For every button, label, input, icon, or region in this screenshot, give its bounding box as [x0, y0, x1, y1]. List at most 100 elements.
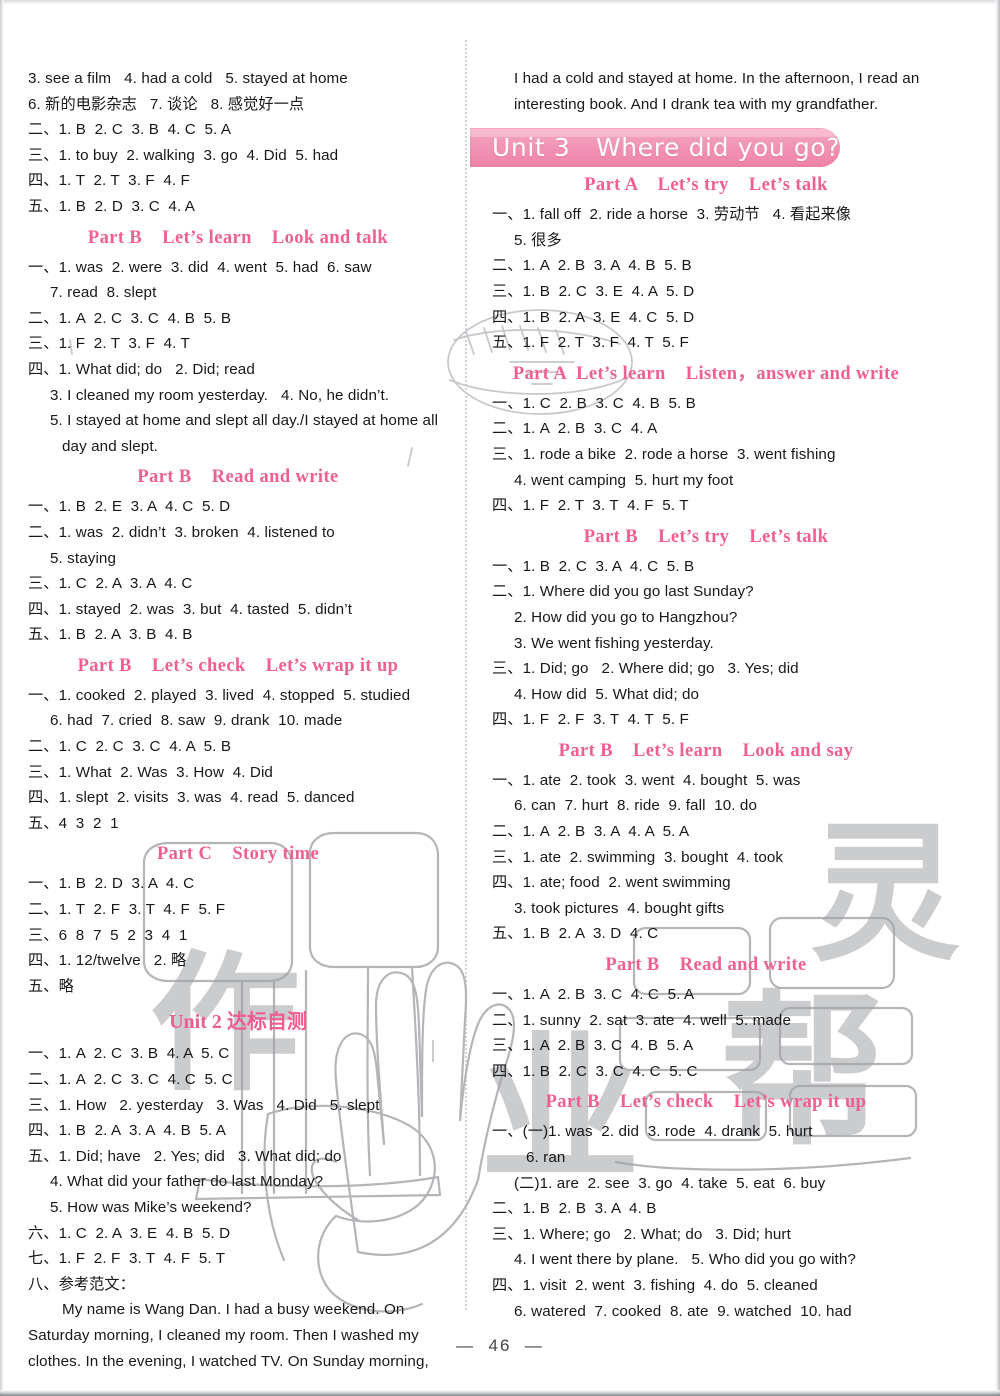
- answer-line: 二、1. A 2. B 3. A 4. B 5. B: [492, 257, 692, 275]
- answer-line: 一、(一)1. was 2. did 3. rode 4. drank 5. h…: [492, 1123, 813, 1141]
- answer-line: 三、1. ate 2. swimming 3. bought 4. took: [492, 848, 784, 866]
- answer-line: 四、1. slept 2. visits 3. was 4. read 5. d…: [28, 789, 355, 807]
- part-section-header: Part A Let’s try Let’s talk: [584, 175, 828, 196]
- answer-line: 6. ran: [526, 1149, 566, 1166]
- part-section-header: Part A Let’s learn Listen，answer and wri…: [512, 363, 900, 384]
- answer-line: 一、1. B 2. D 3. A 4. C: [28, 875, 195, 893]
- answer-line: 3. I cleaned my room yesterday. 4. No, h…: [50, 386, 390, 404]
- answer-line: 6. had 7. cried 8. saw 9. drank 10. made: [50, 712, 343, 730]
- answer-line: 4. went camping 5. hurt my foot: [514, 471, 734, 489]
- answer-line: 四、1. 12/twelve 2. 略: [28, 952, 187, 970]
- answer-line: 3. took pictures 4. bought gifts: [514, 899, 725, 917]
- answer-line: 五、1. Did; have 2. Yes; did 3. What did; …: [28, 1147, 342, 1165]
- answer-line: 一、1. was 2. were 3. did 4. went 5. had 6…: [28, 258, 372, 276]
- answer-line: 三、1. Where; go 2. What; do 3. Did; hurt: [492, 1225, 791, 1243]
- answer-line: 五、4 3 2 1: [28, 814, 119, 832]
- answer-line: 一、1. cooked 2. played 3. lived 4. stoppe…: [28, 686, 411, 704]
- answer-line: I had a cold and stayed at home. In the …: [514, 70, 920, 87]
- unit-3-banner: Unit 3 Where did you go?: [470, 128, 840, 167]
- part-section-header: Part B Let’s learn Look and talk: [87, 227, 389, 248]
- answer-key-page: 作 业 帮 灵 3. see a film 4. had a cold 5. s…: [0, 0, 1000, 1396]
- answer-line: 一、1. fall off 2. ride a horse 3. 劳动节 4. …: [492, 206, 852, 224]
- answer-line: 三、1. Did; go 2. Where did; go 3. Yes; di…: [492, 660, 799, 678]
- answer-line: 四、1. stayed 2. was 3. but 4. tasted 5. d…: [28, 600, 353, 618]
- answer-line: 五、略: [28, 977, 74, 995]
- answer-line: 二、1. sunny 2. sat 3. ate 4. well 5. made: [492, 1011, 792, 1029]
- answer-line: 6. watered 7. cooked 8. ate 9. watched 1…: [514, 1302, 852, 1320]
- part-section-header: Part B Let’s try Let’s talk: [583, 526, 829, 547]
- answer-line: 四、1. B 2. A 3. A 4. B 5. A: [28, 1122, 227, 1140]
- answer-line: 6. 新的电影杂志 7. 谈论 8. 感觉好一点: [28, 95, 305, 113]
- answer-line: 5. I stayed at home and slept all day./I…: [50, 412, 439, 430]
- answer-line: 二、1. B 2. C 3. B 4. C 5. A: [28, 121, 232, 139]
- answer-line: 五、1. B 2. D 3. C 4. A: [28, 197, 195, 215]
- answer-line: 一、1. B 2. C 3. A 4. C 5. B: [492, 557, 695, 575]
- answer-line: 二、1. T 2. F 3. T 4. F 5. F: [28, 901, 226, 919]
- unit-3-banner-title: Unit 3 Where did you go?: [492, 133, 841, 162]
- answer-line: 四、1. F 2. F 3. T 4. T 5. F: [492, 711, 689, 729]
- answer-line: 3. see a film 4. had a cold 5. stayed at…: [28, 70, 348, 87]
- answer-line: 六、1. C 2. A 3. E 4. B 5. D: [28, 1224, 231, 1242]
- answer-line: 三、1. B 2. C 3. E 4. A 5. D: [492, 282, 695, 300]
- answer-line: 一、1. B 2. E 3. A 4. C 5. D: [28, 498, 231, 516]
- answer-line: 五、1. B 2. A 3. D 4. C: [492, 925, 659, 943]
- answer-line: interesting book. And I drank tea with m…: [514, 95, 879, 113]
- unit-section-header: Unit 2 达标自测: [169, 1011, 307, 1034]
- answer-line: 6. can 7. hurt 8. ride 9. fall 10. do: [514, 797, 758, 815]
- answer-line: 三、1. How 2. yesterday 3. Was 4. Did 5. s…: [28, 1096, 380, 1114]
- answer-line: 7. read 8. slept: [50, 284, 157, 302]
- answer-line: 5. How was Mike’s weekend?: [50, 1198, 252, 1216]
- answer-line: 二、1. was 2. didn’t 3. broken 4. listened…: [28, 523, 335, 541]
- answer-line: 四、1. B 2. C 3. C 4. C 5. C: [492, 1062, 698, 1080]
- answer-line: 4. How did 5. What did; do: [514, 685, 700, 703]
- answer-line: 三、1. rode a bike 2. rode a horse 3. went…: [492, 445, 836, 463]
- page-number: — 46 —: [456, 1336, 544, 1355]
- part-section-header: Part B Let’s check Let’s wrap it up: [545, 1092, 867, 1113]
- answer-line: 三、1. to buy 2. walking 3. go 4. Did 5. h…: [28, 146, 339, 164]
- answer-line: (二)1. are 2. see 3. go 4. take 5. eat 6.…: [514, 1174, 826, 1192]
- answer-line: 三、1. C 2. A 3. A 4. C: [28, 575, 193, 593]
- answer-line: 2. How did you go to Hangzhou?: [514, 608, 738, 626]
- scan-edge-top: [0, 0, 1000, 5]
- answer-line: day and slept.: [62, 437, 158, 455]
- answer-line: 二、1. Where did you go last Sunday?: [492, 583, 754, 601]
- answer-line: 四、1. ate; food 2. went swimming: [492, 874, 731, 892]
- answer-line: 五、1. F 2. T 3. F 4. T 5. F: [492, 334, 689, 352]
- column-divider: [465, 40, 467, 1310]
- answer-line: 4. I went there by plane. 5. Who did you…: [514, 1251, 856, 1269]
- answer-line: 八、参考范文：: [28, 1275, 136, 1293]
- left-column: 3. see a film 4. had a cold 5. stayed at…: [28, 66, 448, 1374]
- answer-line: 四、1. What did; do 2. Did; read: [28, 360, 255, 378]
- answer-line: 二、1. B 2. B 3. A 4. B: [492, 1200, 657, 1218]
- answer-line: 一、1. A 2. B 3. C 4. C 5. A: [492, 986, 695, 1004]
- answer-line: 4. What did your father do last Monday?: [50, 1173, 324, 1191]
- answer-line: 一、1. ate 2. took 3. went 4. bought 5. wa…: [492, 771, 801, 789]
- part-section-header: Part B Read and write: [605, 955, 807, 976]
- answer-line: 三、1. A 2. B 3. C 4. B 5. A: [492, 1037, 694, 1055]
- answer-line: 四、1. F 2. T 3. T 4. F 5. T: [492, 497, 689, 515]
- answer-line: 四、1. B 2. A 3. E 4. C 5. D: [492, 308, 695, 326]
- answer-line: 三、1. F 2. T 3. F 4. T: [28, 335, 190, 353]
- answer-line: 四、1. visit 2. went 3. fishing 4. do 5. c…: [492, 1276, 818, 1294]
- answer-line: My name is Wang Dan. I had a busy weeken…: [62, 1301, 405, 1319]
- answer-line: 二、1. A 2. C 3. C 4. B 5. B: [28, 309, 232, 327]
- right-column: I had a cold and stayed at home. In the …: [492, 66, 920, 1324]
- answer-line: 二、1. A 2. B 3. A 4. A 5. A: [492, 823, 690, 841]
- answer-line: 二、1. C 2. C 3. C 4. A 5. B: [28, 738, 232, 756]
- answer-line: 二、1. A 2. B 3. C 4. A: [492, 420, 658, 438]
- answer-line: 五、1. B 2. A 3. B 4. B: [28, 626, 193, 644]
- answer-line: 七、1. F 2. F 3. T 4. F 5. T: [28, 1250, 226, 1268]
- scan-edge-left: [0, 0, 4, 1396]
- part-section-header: Part C Story time: [156, 844, 320, 865]
- answer-line: 5. staying: [50, 549, 117, 567]
- answer-line: 三、6 8 7 5 2 3 4 1: [28, 926, 188, 944]
- scan-edge-bottom: [0, 1390, 1000, 1396]
- answer-line: 3. We went fishing yesterday.: [514, 634, 714, 652]
- answer-line: 一、1. C 2. B 3. C 4. B 5. B: [492, 394, 696, 412]
- answer-line: 四、1. T 2. T 3. F 4. F: [28, 172, 190, 190]
- answer-line: 二、1. A 2. C 3. C 4. C 5. C: [28, 1071, 233, 1088]
- part-section-header: Part B Let’s learn Look and say: [558, 740, 854, 761]
- part-section-header: Part B Let’s check Let’s wrap it up: [77, 655, 399, 676]
- part-section-header: Part B Read and write: [137, 467, 339, 488]
- answer-line: 三、1. What 2. Was 3. How 4. Did: [28, 763, 273, 781]
